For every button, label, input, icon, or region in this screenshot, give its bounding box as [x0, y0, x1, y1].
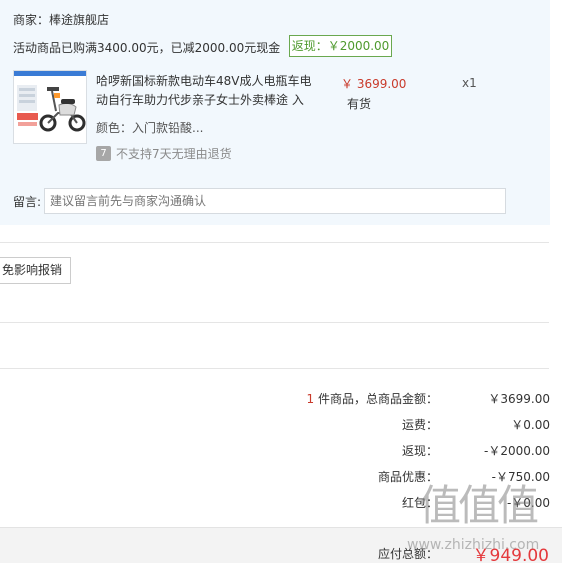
- item-count: 1: [306, 392, 315, 406]
- total-label: 应付总额：: [377, 547, 438, 561]
- return-policy: 7 不支持7天无理由退货: [96, 145, 232, 162]
- divider: [0, 242, 549, 243]
- items-label-text: 件商品，总商品金额：: [317, 392, 438, 406]
- no-return-policy-icon: 7: [96, 146, 111, 161]
- shipping-label: 运费：: [401, 418, 438, 432]
- summary-shipping-row: 运费： ￥0.00: [0, 416, 550, 436]
- summary-cashback-row: 返现： -￥2000.00: [0, 442, 550, 462]
- cashback-value: -￥2000.00: [484, 444, 550, 458]
- product-title[interactable]: 哈啰新国标新款电动车48V成人电瓶车电动自行车助力代步亲子女士外卖棒途 入: [96, 72, 318, 110]
- divider: [0, 322, 549, 323]
- electric-scooter-image: [14, 71, 86, 143]
- total-value: ￥949.00: [472, 546, 549, 563]
- merchant-name[interactable]: 商家：棒途旗舰店: [13, 11, 109, 28]
- redpacket-value: -￥0.00: [506, 496, 550, 510]
- product-price: ￥ 3699.00: [341, 77, 407, 91]
- discount-value: -￥750.00: [491, 470, 550, 484]
- return-policy-text: 不支持7天无理由退货: [116, 147, 232, 161]
- note-input[interactable]: [44, 188, 506, 214]
- product-variant: 颜色：入门款铅酸...: [96, 121, 204, 135]
- product-quantity: x1: [462, 76, 477, 90]
- total-bar: 应付总额： ￥949.00: [0, 527, 562, 563]
- discount-label: 商品优惠：: [377, 470, 438, 484]
- summary-redpacket-row: 红包： -￥0.00: [0, 494, 550, 514]
- note-label: 留言:: [13, 195, 42, 209]
- cashback-badge: 返现：￥2000.00: [289, 35, 392, 57]
- product-thumbnail[interactable]: [13, 70, 87, 144]
- promo-text: 活动商品已购满3400.00元，已减2000.00元现金: [13, 41, 281, 55]
- stock-status: 有货: [347, 97, 372, 111]
- cashback-label: 返现：: [401, 444, 438, 458]
- order-panel: 商家：棒途旗舰店 活动商品已购满3400.00元，已减2000.00元现金 返现…: [0, 0, 550, 225]
- redpacket-label: 红包：: [401, 496, 438, 510]
- summary-items-label: 1 件商品，总商品金额：: [307, 390, 438, 407]
- reimbursement-option-button[interactable]: 免影响报销: [0, 257, 71, 284]
- summary-items-row: 1 件商品，总商品金额： ￥3699.00: [0, 390, 550, 410]
- summary-items-value: ￥3699.00: [488, 392, 550, 406]
- shipping-value: ￥0.00: [511, 418, 550, 432]
- summary-discount-row: 商品优惠： -￥750.00: [0, 468, 550, 488]
- divider: [0, 368, 549, 369]
